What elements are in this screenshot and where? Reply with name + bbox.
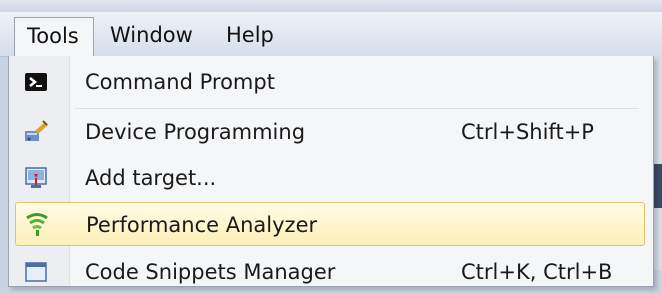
add-target-icon — [23, 165, 49, 191]
menu-item-code-snippets-manager[interactable]: Code Snippets Manager Ctrl+K, Ctrl+B — [15, 250, 645, 294]
menu-item-label: Add target... — [85, 166, 217, 190]
menu-item-label: Command Prompt — [85, 70, 275, 94]
menu-bar: Tools Window Help — [0, 12, 662, 57]
menu-separator — [75, 108, 639, 109]
terminal-icon — [23, 69, 49, 95]
menu-tools[interactable]: Tools — [14, 17, 94, 57]
menu-item-label: Device Programming — [85, 120, 306, 144]
menu-item-label: Performance Analyzer — [86, 213, 318, 237]
menu-item-add-target[interactable]: Add target... — [15, 156, 645, 200]
menu-item-device-programming[interactable]: Device Programming Ctrl+Shift+P — [15, 110, 645, 154]
menu-item-label: Code Snippets Manager — [85, 260, 336, 284]
menu-help[interactable]: Help — [214, 17, 286, 53]
signal-icon — [24, 212, 50, 238]
tools-dropdown-menu: Command Prompt Device Programming Ctrl+S… — [8, 56, 654, 287]
menu-item-command-prompt[interactable]: Command Prompt — [15, 60, 645, 104]
menu-item-shortcut: Ctrl+Shift+P — [461, 120, 594, 144]
window-top-strip — [0, 0, 662, 12]
menu-window[interactable]: Window — [98, 17, 205, 53]
device-programming-icon — [23, 119, 49, 145]
menu-item-performance-analyzer[interactable]: Performance Analyzer — [15, 202, 645, 246]
menu-item-shortcut: Ctrl+K, Ctrl+B — [461, 260, 613, 284]
snippets-icon — [23, 259, 49, 285]
